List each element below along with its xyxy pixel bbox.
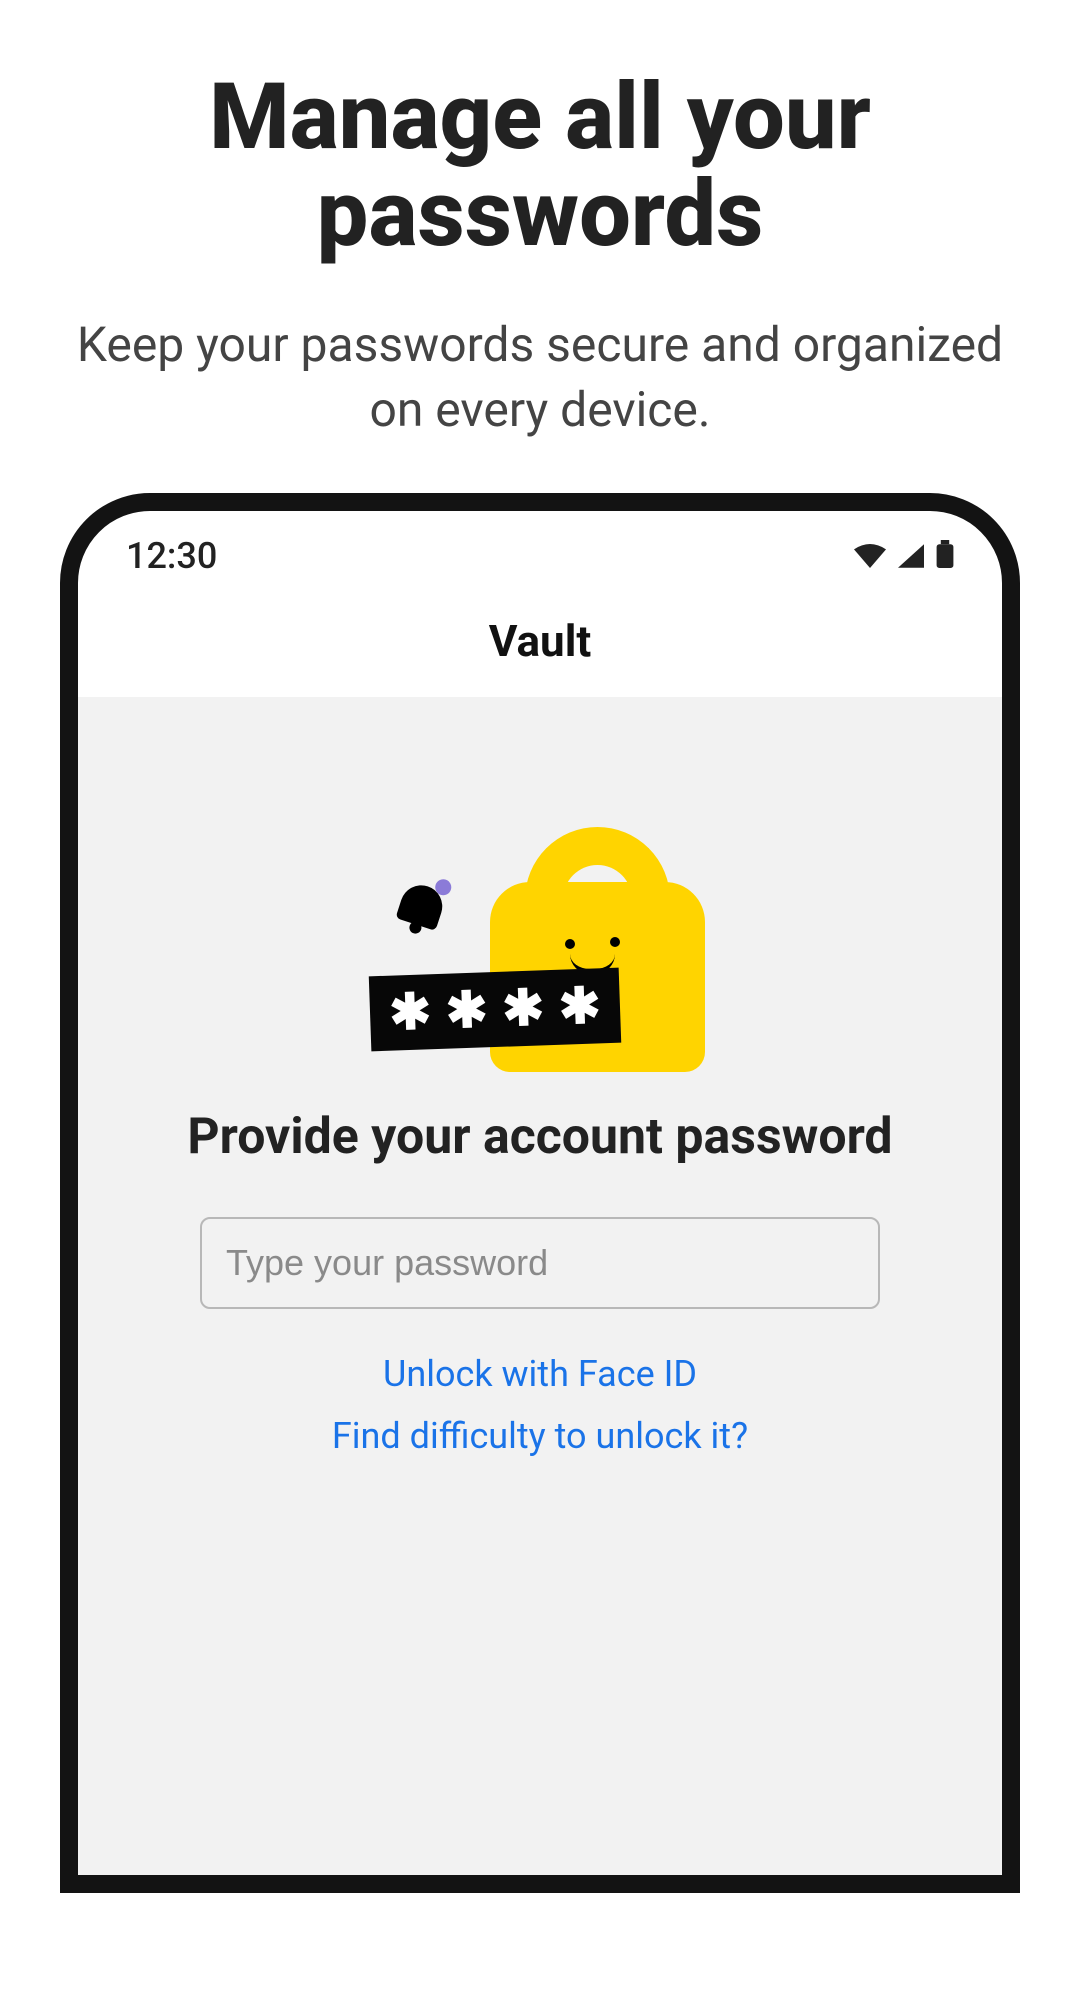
battery-icon xyxy=(936,535,954,577)
cellular-signal-icon xyxy=(898,535,924,577)
wifi-icon xyxy=(854,535,886,577)
phone-frame: 12:30 Vault ✱✱✱ xyxy=(60,493,1020,1893)
vault-illustration: ✱✱✱✱ xyxy=(350,827,730,1067)
marketing-subtitle: Keep your passwords secure and organized… xyxy=(0,313,1080,443)
unlock-help-link[interactable]: Find difficulty to unlock it? xyxy=(78,1415,1002,1457)
status-time: 12:30 xyxy=(126,535,217,577)
marketing-title: Manage all your passwords xyxy=(0,70,1080,263)
password-input[interactable] xyxy=(200,1217,880,1309)
app-header-title: Vault xyxy=(78,597,1002,697)
lock-eye-icon xyxy=(565,939,575,949)
status-icons xyxy=(854,535,954,577)
lock-eye-icon xyxy=(610,937,620,947)
app-body: ✱✱✱✱ Provide your account password Unloc… xyxy=(78,697,1002,1881)
bell-icon xyxy=(382,869,458,945)
vault-heading: Provide your account password xyxy=(78,1107,1002,1167)
password-strip-icon: ✱✱✱✱ xyxy=(369,967,621,1051)
status-bar: 12:30 xyxy=(78,511,1002,597)
unlock-face-id-link[interactable]: Unlock with Face ID xyxy=(78,1353,1002,1395)
